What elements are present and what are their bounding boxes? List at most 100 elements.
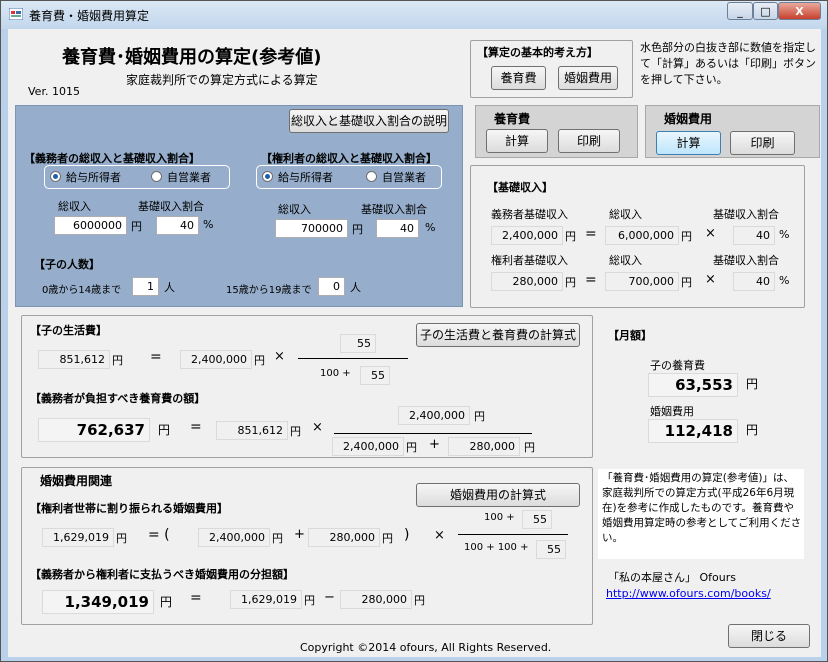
publisher-link[interactable]: http://www.ofours.com/books/ — [606, 587, 771, 600]
marriage-related-group: 婚姻費用関連 婚姻費用の計算式 【権利者世帯に割り振られる婚姻費用】 1,629… — [21, 467, 593, 625]
bi-row1-ratio: 40 — [733, 226, 775, 245]
child-support-title: 【義務者が負担すべき養育費の額】 — [30, 392, 206, 405]
living-den: 55 — [360, 366, 390, 385]
marriage-formula-button[interactable]: 婚姻費用の計算式 — [416, 483, 580, 507]
bi-row2-yen2: 円 — [681, 276, 692, 289]
income-input-panel: 総収入と基礎収入割合の説明 【義務者の総収入と基礎収入割合】 給与所得者 自営業… — [15, 105, 463, 307]
bi-row2-times: × — [705, 272, 716, 287]
close-window-button[interactable]: X — [778, 2, 821, 20]
obligee-selfemployed-radio[interactable] — [366, 171, 377, 182]
child-support-print-button[interactable]: 印刷 — [558, 129, 620, 153]
marriage-share-eq: = — [190, 590, 202, 606]
bi-row2-pct: % — [779, 274, 790, 287]
monthly-child-yen: 円 — [746, 377, 759, 391]
marriage-cost-print-button[interactable]: 印刷 — [730, 131, 795, 155]
child-support-fraction-line — [334, 433, 532, 434]
obligee-ratio-label: 基礎収入割合 — [361, 203, 427, 216]
marriage-share-title: 【義務者から権利者に支払うべき婚姻費用の分担額】 — [30, 568, 294, 581]
child-support-yen1: 円 — [158, 423, 171, 437]
basic-marriage-cost-button[interactable]: 婚姻費用 — [558, 66, 618, 90]
obligor-salary-label: 給与所得者 — [66, 171, 121, 184]
marriage-alloc-open: = ( — [148, 527, 170, 543]
living-fraction-line — [298, 358, 408, 359]
bi-row2-ratio: 40 — [733, 272, 775, 291]
child-support-calc-button[interactable]: 計算 — [486, 129, 548, 153]
monthly-title: 【月額】 — [608, 329, 652, 342]
client-area: 養育費･婚姻費用の算定(参考値) 家庭裁判所での算定方式による算定 Ver. 1… — [8, 29, 821, 657]
app-window: 養育費・婚姻費用算定 _ □ X 養育費･婚姻費用の算定(参考値) 家庭裁判所で… — [0, 0, 828, 662]
marriage-cost-panel: 婚姻費用 計算 印刷 — [645, 105, 820, 158]
basic-concept-group: 【算定の基本的考え方】 養育費 婚姻費用 — [470, 40, 633, 98]
marriage-fraction-line — [458, 534, 568, 535]
marriage-share-yen3: 円 — [414, 594, 425, 607]
marriage-alloc-yen3: 円 — [382, 532, 393, 545]
marriage-alloc-yen1: 円 — [116, 532, 127, 545]
close-button[interactable]: 閉じる — [728, 624, 810, 648]
bi-row2-label: 権利者基礎収入 — [491, 254, 568, 267]
marriage-num-prefix: 100 + — [484, 512, 515, 523]
monthly-marriage-label: 婚姻費用 — [650, 405, 694, 418]
marriage-den-prefix: 100 + 100 + — [464, 542, 529, 553]
minimize-button[interactable]: _ — [727, 2, 753, 20]
living-times: × — [274, 349, 285, 364]
children-age1-input[interactable]: 1 — [132, 277, 159, 296]
maximize-button[interactable]: □ — [753, 2, 778, 20]
living-formula-button[interactable]: 子の生活費と養育費の計算式 — [416, 323, 580, 347]
obligor-selfemployed-radio[interactable] — [151, 171, 162, 182]
obligor-ratio-input[interactable]: 40 — [156, 216, 199, 235]
marriage-share-b: 280,000 — [340, 590, 412, 609]
obligor-income-input[interactable]: 6000000 — [54, 216, 127, 235]
marriage-alloc-title: 【権利者世帯に割り振られる婚姻費用】 — [30, 502, 228, 515]
child-support-plus: + — [429, 437, 440, 452]
bi-row2-income-label: 総収入 — [609, 254, 642, 267]
obligee-income-input[interactable]: 700000 — [275, 219, 348, 238]
obligor-income-label: 総収入 — [58, 200, 91, 213]
app-icon — [9, 8, 23, 20]
page-title: 養育費･婚姻費用の算定(参考値) — [62, 47, 322, 68]
monthly-marriage-yen: 円 — [746, 423, 759, 437]
income-explanation-button[interactable]: 総収入と基礎収入割合の説明 — [289, 109, 449, 133]
living-den-prefix: 100 + — [320, 368, 351, 379]
child-support-yen4: 円 — [406, 441, 417, 454]
obligee-ratio-input[interactable]: 40 — [376, 219, 419, 238]
bi-row2-yen1: 円 — [565, 276, 576, 289]
publisher-label: 「私の本屋さん」 Ofours — [608, 571, 736, 584]
basic-child-support-button[interactable]: 養育費 — [491, 66, 546, 90]
child-support-num: 2,400,000 — [398, 406, 470, 425]
obligor-selfemployed-label: 自営業者 — [167, 171, 211, 184]
child-support-yen2: 円 — [290, 425, 301, 438]
marriage-alloc-times: × — [434, 528, 445, 543]
bi-row1-label: 義務者基礎収入 — [491, 208, 568, 221]
obligee-title: 【権利者の総収入と基礎収入割合】 — [261, 152, 437, 165]
bi-row2-income: 700,000 — [605, 272, 679, 291]
marriage-related-title: 婚姻費用関連 — [40, 474, 113, 488]
title-bar: 養育費・婚姻費用算定 _ □ X — [1, 1, 827, 29]
children-age2-input[interactable]: 0 — [318, 277, 345, 296]
copyright-text: Copyright ©2014 ofours, All Rights Reser… — [300, 641, 552, 654]
marriage-share-yen2: 円 — [304, 594, 315, 607]
child-support-panel-title: 養育費 — [494, 112, 531, 126]
obligor-salary-radio[interactable] — [50, 171, 61, 182]
monthly-marriage-value: 112,418 — [648, 419, 738, 443]
basic-income-group: 【基礎収入】 義務者基礎収入 総収入 基礎収入割合 2,400,000 円 = … — [470, 165, 805, 308]
child-support-panel: 養育費 計算 印刷 — [475, 105, 638, 158]
child-support-living: 851,612 — [216, 421, 288, 440]
bi-row1-times: × — [705, 226, 716, 241]
obligee-salary-label: 給与所得者 — [278, 171, 333, 184]
child-support-den2: 280,000 — [448, 437, 520, 456]
obligee-salary-radio[interactable] — [262, 171, 273, 182]
page-subtitle: 家庭裁判所での算定方式による算定 — [126, 73, 318, 87]
marriage-num: 55 — [522, 510, 552, 529]
marriage-alloc-close: ) — [404, 527, 410, 543]
living-eq: = — [150, 349, 162, 365]
children-age1-unit: 人 — [164, 281, 175, 294]
bi-row2-value: 280,000 — [491, 272, 563, 291]
marriage-share-a: 1,629,019 — [230, 590, 302, 609]
obligee-income-unit: 円 — [352, 223, 363, 236]
bi-row2-eq: = — [585, 272, 597, 288]
marriage-alloc-b: 280,000 — [308, 528, 380, 547]
marriage-cost-calc-button[interactable]: 計算 — [656, 131, 721, 155]
bi-row1-yen2: 円 — [681, 230, 692, 243]
bi-row1-eq: = — [585, 226, 597, 242]
bi-row1-income-label: 総収入 — [609, 208, 642, 221]
